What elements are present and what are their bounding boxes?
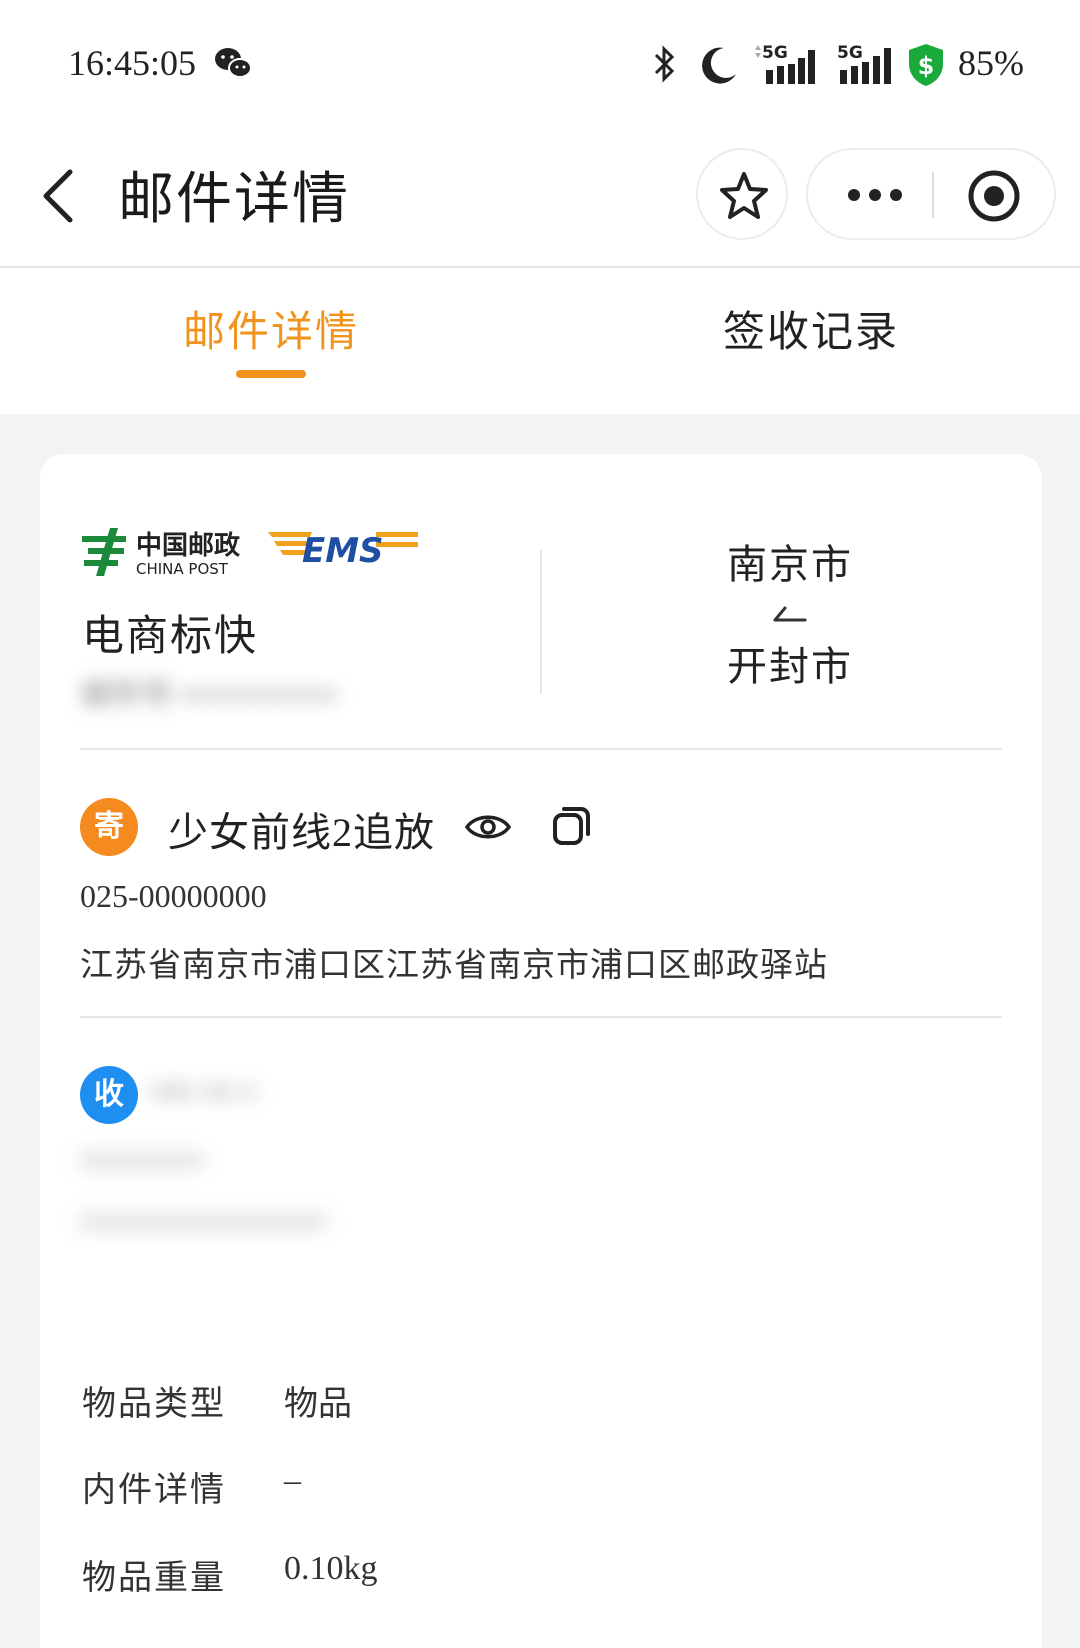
- recipient-phone-blurred: •••••••••••: [80, 1142, 204, 1178]
- sender-address: 江苏省南京市浦口区江苏省南京市浦口区邮政驿站: [80, 948, 828, 984]
- logo-china-post-en: CHINA POST: [136, 560, 229, 578]
- mail-detail-card: 中国邮政 CHINA POST EMS 电商标快 邮件号 •••••••••••…: [40, 454, 1042, 1648]
- tab-bar: 邮件详情 签收记录: [0, 268, 1080, 414]
- info-label: 内件详情: [82, 1472, 226, 1509]
- recipient-badge: 收: [80, 1066, 138, 1124]
- shield-icon: $: [909, 44, 943, 86]
- recipient-name-blurred: ••• •• •: [152, 1069, 257, 1114]
- active-tab-indicator: [236, 370, 306, 378]
- route-from-city: 南京市: [727, 542, 853, 587]
- service-name: 电商标快: [82, 614, 259, 660]
- section-divider: [80, 748, 1002, 750]
- info-value: 0.10kg: [284, 1550, 378, 1587]
- signal1-label: 5G: [762, 43, 788, 63]
- route-arrow-icon: [773, 606, 807, 622]
- svg-text:$: $: [918, 52, 935, 80]
- title-bar: 邮件详情: [0, 126, 1080, 268]
- info-value: 物品: [284, 1386, 352, 1423]
- capsule-divider: [932, 172, 934, 218]
- tab-mail-details[interactable]: 邮件详情: [121, 298, 421, 359]
- tab-delivery-records[interactable]: 签收记录: [661, 298, 961, 359]
- section-divider: [80, 1016, 1002, 1018]
- page-title: 邮件详情: [118, 169, 350, 231]
- more-icon[interactable]: [846, 186, 904, 204]
- copy-icon[interactable]: [552, 804, 592, 846]
- sender-name: 少女前线2追放: [168, 810, 435, 855]
- recipient-address-blurred: ••••••••••••••••••••••: [80, 1204, 327, 1240]
- info-label: 物品重量: [82, 1560, 226, 1597]
- sender-badge: 寄: [80, 798, 138, 856]
- logo-ems: EMS: [302, 531, 384, 571]
- logo-china-post-cn: 中国邮政: [136, 530, 240, 561]
- battery-level: 85%: [958, 43, 1024, 83]
- favorite-button[interactable]: [696, 148, 788, 240]
- signal2-label: 5G: [837, 43, 863, 63]
- route-to-city: 开封市: [727, 644, 853, 689]
- sender-phone: 025-00000000: [80, 878, 267, 914]
- status-time: 16:45:05: [68, 43, 197, 83]
- star-icon: [720, 172, 768, 219]
- info-value: –: [284, 1462, 301, 1499]
- status-bar: 16:45:05 5G 5G $ 85%: [0, 0, 1080, 126]
- info-label: 物品类型: [82, 1386, 226, 1423]
- eye-icon[interactable]: [464, 810, 512, 844]
- moon-icon: [702, 47, 736, 84]
- wechat-icon: [215, 48, 252, 78]
- bluetooth-icon: [654, 45, 675, 83]
- mail-number-blurred: 邮件号 •••••••••••••••: [82, 679, 338, 712]
- mini-program-capsule: [806, 148, 1056, 240]
- close-mini-program-icon[interactable]: [966, 168, 1022, 224]
- china-post-ems-logo: 中国邮政 CHINA POST EMS: [82, 528, 418, 578]
- route: 南京市 开封市: [570, 532, 1010, 692]
- route-divider: [540, 550, 542, 694]
- signal-5g-icon: 5G: [837, 43, 891, 84]
- back-arrow-icon[interactable]: [38, 166, 78, 226]
- signal-5g-icon: 5G: [755, 43, 815, 84]
